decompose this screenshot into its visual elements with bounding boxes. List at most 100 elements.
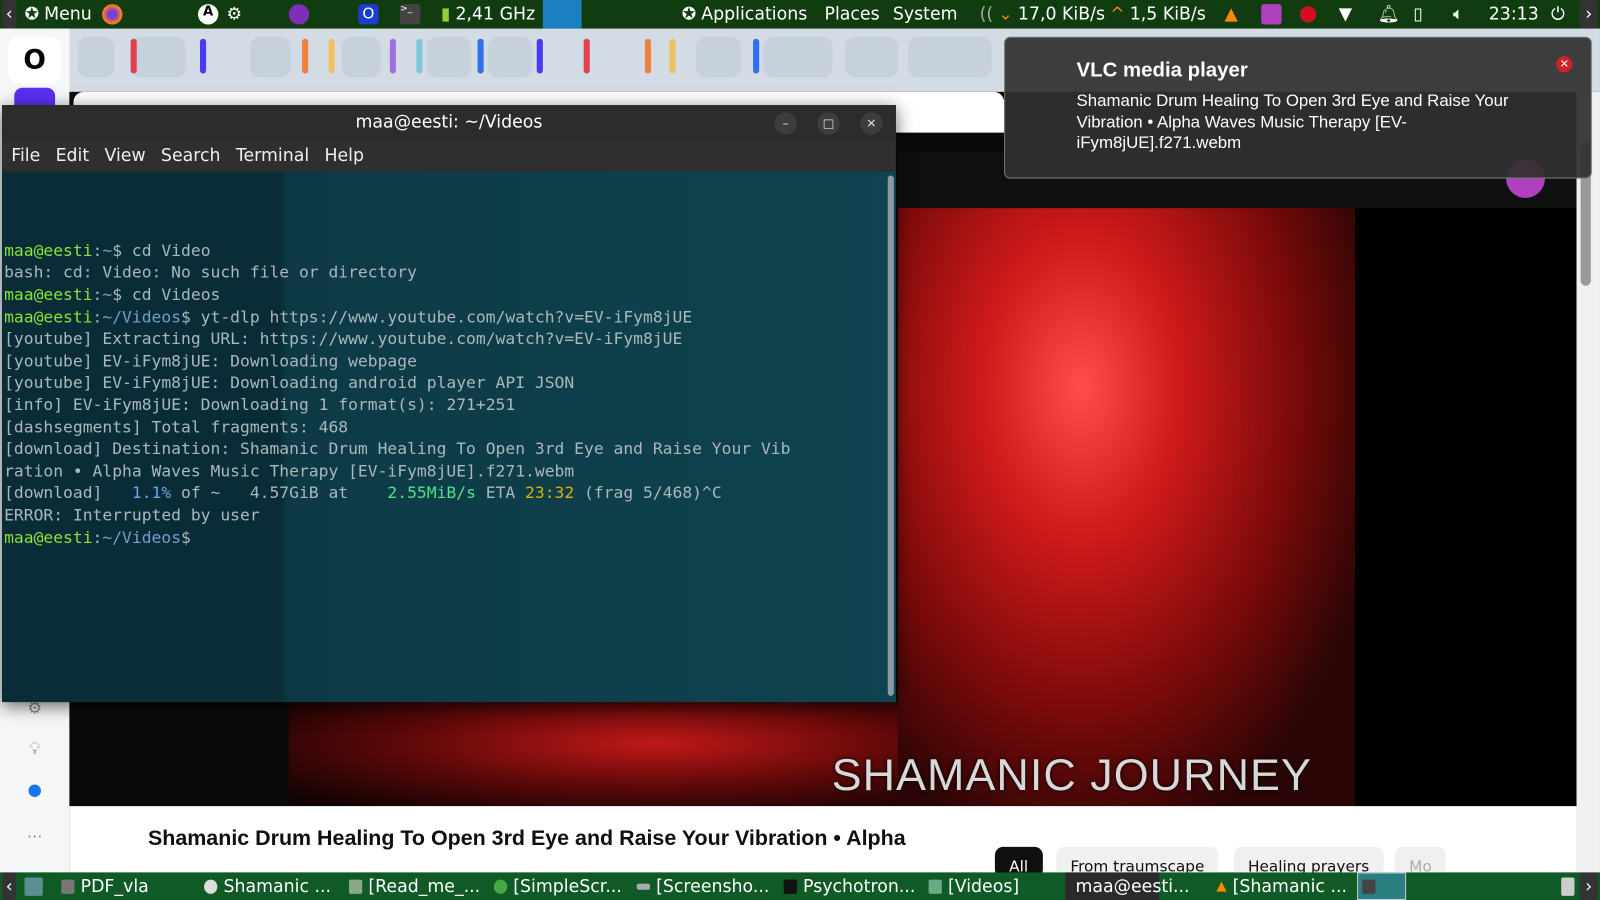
panel-left-arrow[interactable]: ‹: [2, 0, 17, 29]
ubuntu-icon: ✪: [24, 4, 40, 25]
network-speed-applet[interactable]: ((⌄ 17,0 KiB/s ^ 1,5 KiB/s: [980, 0, 1206, 29]
firefox-launcher[interactable]: [102, 0, 123, 29]
tab[interactable]: [908, 36, 992, 78]
terminal-text-text: [youtube] Extracting URL: https://www.yo…: [4, 328, 683, 349]
clock[interactable]: 23:13: [1489, 0, 1539, 29]
chat-icon[interactable]: ●: [24, 780, 44, 800]
menu-terminal[interactable]: Terminal: [235, 146, 317, 166]
terminal-output[interactable]: maa@eesti:~$ cd Video bash: cd: Video: No…: [2, 171, 896, 703]
terminal-window[interactable]: maa@eesti: ~/Videos – □ ✕ File Edit View…: [2, 105, 896, 703]
terminal-text-prompt: maa@eesti: [4, 240, 93, 260]
search-tool-launcher[interactable]: A: [197, 0, 219, 29]
places-menu[interactable]: Places: [824, 0, 879, 29]
terminal-text-path: ~: [102, 284, 113, 305]
power-icon[interactable]: ⏻: [1551, 0, 1565, 29]
tab[interactable]: [77, 36, 115, 78]
task-simplescreenrecorder[interactable]: [SimpleScr...: [490, 872, 626, 900]
youtube-page: Shamanic Drum Healing To Open 3rd Eye an…: [69, 806, 1577, 878]
task-videos-folder[interactable]: [Videos]: [924, 872, 1023, 900]
notification-body: Shamanic Drum Healing To Open 3rd Eye an…: [1076, 91, 1509, 153]
tab[interactable]: [341, 36, 381, 78]
taskbar-left-arrow[interactable]: ‹: [2, 872, 17, 900]
terminal-line: [youtube] EV-iFym8jUE: Downloading andro…: [4, 372, 896, 394]
notification-popup[interactable]: VLC media player Shamanic Drum Healing T…: [1004, 36, 1592, 179]
terminal-text-path: ~: [102, 240, 113, 260]
tab[interactable]: [487, 36, 533, 78]
tab[interactable]: [249, 36, 291, 78]
top-panel: ‹ ✪ Menu A ⚙ O >_ ▮ 2,41 GHz ✪ Applications…: [0, 0, 1600, 29]
wifi-tray-icon[interactable]: ▼: [1339, 0, 1352, 29]
terminal-line: maa@eesti:~/Videos$: [4, 526, 896, 548]
terminal-text-text: :: [92, 527, 103, 547]
terminal-launcher[interactable]: >_: [399, 0, 421, 29]
screenshot-icon: [636, 883, 650, 890]
lightbulb-icon[interactable]: 💡︎: [24, 739, 44, 759]
battery-icon[interactable]: ▯: [1413, 0, 1423, 29]
menu-help[interactable]: Help: [323, 146, 372, 166]
magnifier-a-icon: A: [197, 4, 219, 25]
tab[interactable]: [844, 36, 898, 78]
download-speed: 17,0 KiB/s: [1017, 4, 1105, 25]
opera-logo[interactable]: O: [8, 36, 62, 84]
panel-right-arrow[interactable]: ›: [1579, 0, 1598, 29]
tor-launcher[interactable]: [288, 0, 310, 29]
folder-icon: [928, 879, 942, 894]
notification-title: VLC media player: [1076, 59, 1248, 82]
menu-view[interactable]: View: [103, 146, 153, 166]
folder-icon: [61, 879, 75, 894]
tab[interactable]: [763, 36, 833, 78]
volume-icon[interactable]: 🔈︎: [1453, 0, 1463, 29]
terminal-text-text: $: [181, 527, 191, 547]
menu-file[interactable]: File: [10, 146, 48, 166]
opera-launcher[interactable]: O: [358, 0, 379, 29]
terminal-text-text: :: [92, 306, 103, 327]
more-icon[interactable]: ···: [24, 827, 44, 847]
terminal-scrollbar[interactable]: [887, 175, 894, 696]
terminal-titlebar[interactable]: maa@eesti: ~/Videos – □ ✕: [2, 105, 896, 141]
task-opera-shamanic[interactable]: Shamanic ...: [200, 872, 335, 900]
cpu-frequency: 2,41 GHz: [455, 4, 536, 25]
opera-icon: [204, 879, 218, 894]
minimize-button[interactable]: –: [774, 112, 797, 135]
terminal-text-text: $ yt-dlp https://www.youtube.com/watch?v…: [181, 306, 693, 327]
terminal-text-pct: 1.1%: [131, 482, 172, 503]
notification-bell-icon[interactable]: 🔔︎: [1378, 0, 1400, 29]
task-screenshot[interactable]: [Screensho...: [633, 872, 774, 900]
task-read-me[interactable]: [Read_me_...: [345, 872, 484, 900]
browser-scrollbar[interactable]: [1576, 91, 1600, 873]
taskbar-right-arrow[interactable]: ›: [1579, 872, 1598, 900]
terminal-line: bash: cd: Video: No such file or directo…: [4, 262, 896, 284]
terminal-icon: >_: [399, 4, 421, 25]
system-monitor-graph[interactable]: [542, 0, 582, 29]
terminal-text-text: ERROR: Interrupted by user: [4, 505, 260, 525]
record-tray-icon[interactable]: [1299, 0, 1317, 29]
terminal-text-text: [dashsegments] Total fragments: 468: [4, 416, 349, 437]
terminal-text-text: ration • Alpha Waves Music Therapy [EV-i…: [4, 460, 575, 481]
video-frame[interactable]: [288, 702, 898, 807]
video-player[interactable]: [897, 208, 1356, 807]
applications-menu[interactable]: ✪ Applications: [682, 0, 808, 29]
menu-edit[interactable]: Edit: [55, 146, 98, 166]
tab[interactable]: [426, 36, 472, 78]
vlc-tray-icon[interactable]: ▲: [1224, 0, 1237, 29]
notification-close-button[interactable]: ✕: [1556, 56, 1573, 73]
tab[interactable]: [130, 36, 186, 78]
recorder-icon: [493, 879, 508, 894]
settings-launcher[interactable]: ⚙: [227, 0, 243, 29]
maximize-button[interactable]: □: [817, 112, 840, 135]
task-psychotron[interactable]: Psychotron...: [780, 872, 920, 900]
task-pdf-vla[interactable]: PDF_vla: [57, 872, 153, 900]
menu-search[interactable]: Search: [160, 146, 229, 166]
close-button[interactable]: ✕: [860, 112, 883, 135]
terminal-line: [info] EV-iFym8jUE: Downloading 1 format…: [4, 394, 896, 416]
task-vlc[interactable]: ▲ [Shamanic ...: [1212, 872, 1351, 900]
system-menu[interactable]: System: [893, 0, 958, 29]
task-terminal-thumb[interactable]: [1357, 872, 1407, 900]
audio-tray-icon[interactable]: [1261, 0, 1282, 29]
trash-icon[interactable]: [1557, 872, 1578, 900]
cpu-freq-applet[interactable]: ▮ 2,41 GHz: [441, 0, 535, 29]
show-desktop-button[interactable]: [20, 872, 47, 900]
menu-button[interactable]: ✪ Menu: [24, 0, 91, 29]
tab[interactable]: [695, 36, 741, 78]
task-terminal[interactable]: maa@eesti...: [1065, 872, 1190, 900]
